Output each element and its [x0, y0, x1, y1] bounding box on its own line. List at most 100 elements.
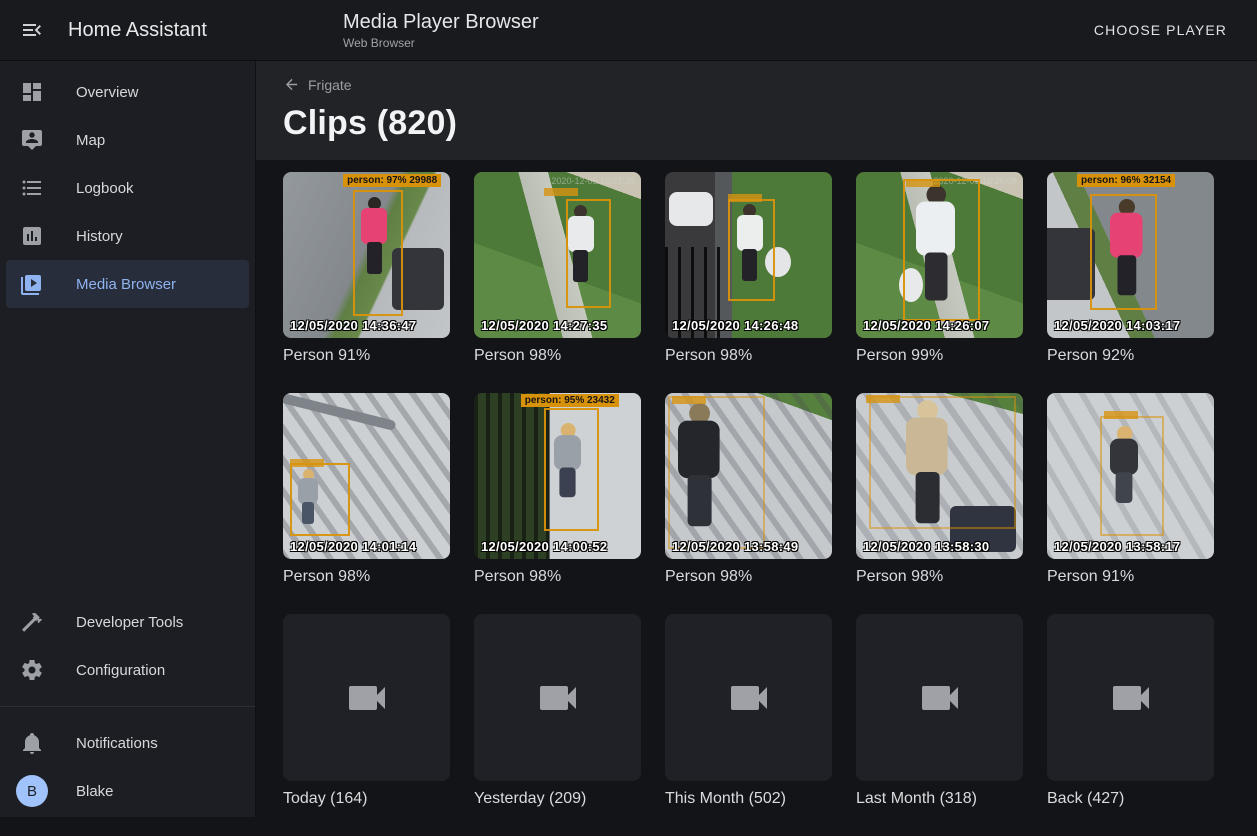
sidebar-item-label: Developer Tools — [76, 614, 183, 631]
sidebar-item-label: Overview — [76, 84, 139, 101]
clip-thumbnail: 12/05/2020 14:01:14 — [283, 393, 450, 559]
profile-name: Blake — [76, 783, 114, 800]
page-title: Media Player Browser — [343, 10, 539, 34]
list-bulleted-icon — [20, 176, 44, 200]
detection-label-small — [1104, 411, 1138, 419]
clip-thumbnail: 12/05/2020 13:58:49 — [665, 393, 832, 559]
choose-player-button[interactable]: CHOOSE PLAYER — [1086, 14, 1235, 46]
clip-card[interactable]: person: 97% 29988 12/05/2020 14:36:47 Pe… — [283, 172, 450, 393]
clip-caption: Person 92% — [1047, 346, 1214, 365]
sidebar-item-label: Notifications — [76, 735, 158, 752]
view-dashboard-icon — [20, 80, 44, 104]
folder-card-back[interactable]: Back (427) — [1047, 614, 1214, 836]
sidebar-item-label: Configuration — [76, 662, 165, 679]
detection-label-small — [544, 188, 578, 196]
clip-caption: Person 98% — [283, 567, 450, 586]
detection-label: person: 96% 32154 — [1077, 174, 1175, 187]
sidebar-item-label: Media Browser — [76, 276, 176, 293]
detection-label-small — [728, 194, 762, 202]
detection-box — [353, 190, 403, 316]
clip-caption: Person 98% — [665, 346, 832, 365]
app-title: Home Assistant — [68, 19, 207, 42]
clip-card[interactable]: 12/05/2020 13:58:49 Person 98% — [665, 393, 832, 614]
sidebar-item-developer-tools[interactable]: Developer Tools — [0, 598, 255, 646]
detection-label: person: 97% 29988 — [343, 174, 441, 187]
sidebar-item-profile[interactable]: B Blake — [0, 767, 255, 815]
clip-thumbnail: 12/05/2020 13:58:30 — [856, 393, 1023, 559]
folder-thumbnail — [856, 614, 1023, 781]
page-heading: Media Player Browser Web Browser — [343, 10, 539, 50]
sidebar-item-logbook[interactable]: Logbook — [0, 164, 255, 212]
folder-thumbnail — [665, 614, 832, 781]
detection-label-small — [672, 396, 706, 404]
clip-card[interactable]: 12/05/2020 14:26:48 Person 98% — [665, 172, 832, 393]
sidebar-item-history[interactable]: History — [0, 212, 255, 260]
breadcrumb-back-frigate[interactable]: Frigate — [283, 76, 352, 93]
folder-label: Back (427) — [1047, 789, 1214, 808]
sidebar-item-notifications[interactable]: Notifications — [0, 719, 255, 767]
sidebar-spacer — [0, 308, 255, 598]
media-browser-content: Frigate Clips (820) person: 97% 29988 12… — [256, 61, 1257, 817]
clip-caption: Person 91% — [283, 346, 450, 365]
clip-thumbnail: 2020-12-05 16:26:08 12/05/2020 14:26:07 — [856, 172, 1023, 338]
sidebar-item-media-browser[interactable]: Media Browser — [6, 260, 249, 308]
sidebar-item-configuration[interactable]: Configuration — [0, 646, 255, 694]
folder-thumbnail — [283, 614, 450, 781]
section-title: Clips (820) — [283, 104, 1230, 143]
car-shape — [669, 192, 713, 226]
detection-box — [869, 396, 1016, 529]
gear-icon — [20, 658, 44, 682]
clip-card[interactable]: person: 96% 32154 12/05/2020 14:03:17 Pe… — [1047, 172, 1214, 393]
sidebar-item-map[interactable]: Map — [0, 116, 255, 164]
clip-card[interactable]: person: 95% 23432 12/05/2020 14:00:52 Pe… — [474, 393, 641, 614]
clip-card[interactable]: 12/05/2020 13:58:30 Person 98% — [856, 393, 1023, 614]
content-header: Frigate Clips (820) — [256, 61, 1257, 160]
clip-caption: Person 98% — [474, 346, 641, 365]
sidebar-toggle-icon[interactable] — [20, 18, 44, 42]
clip-caption: Person 91% — [1047, 567, 1214, 586]
video-camera-icon — [534, 674, 582, 722]
clip-timestamp: 12/05/2020 13:58:30 — [863, 539, 989, 554]
clip-timestamp: 12/05/2020 14:36:47 — [290, 318, 416, 333]
stroller-shape — [1047, 228, 1095, 300]
clip-timestamp: 12/05/2020 14:26:07 — [863, 318, 989, 333]
detection-box — [728, 199, 775, 302]
sidebar-item-overview[interactable]: Overview — [0, 68, 255, 116]
fence-bars-shape — [474, 393, 551, 559]
sidebar-item-label: Map — [76, 132, 105, 149]
folder-label: Today (164) — [283, 789, 450, 808]
detection-box — [544, 408, 599, 531]
video-camera-icon — [343, 674, 391, 722]
page-subtitle: Web Browser — [343, 36, 539, 50]
sidebar-item-label: History — [76, 228, 123, 245]
detection-label-small — [866, 395, 900, 403]
folder-card-today[interactable]: Today (164) — [283, 614, 450, 836]
folder-card-this-month[interactable]: This Month (502) — [665, 614, 832, 836]
clip-card[interactable]: 12/05/2020 13:58:17 Person 91% — [1047, 393, 1214, 614]
detection-label: person: 95% 23432 — [521, 394, 619, 407]
detection-box — [903, 179, 980, 322]
folder-thumbnail — [474, 614, 641, 781]
clip-card[interactable]: 2020-12-05 16:26:08 12/05/2020 14:26:07 … — [856, 172, 1023, 393]
avatar: B — [16, 775, 48, 807]
clip-caption: Person 98% — [665, 567, 832, 586]
sidebar: Overview Map Logbook History Media Brows… — [0, 61, 256, 817]
clip-timestamp: 12/05/2020 14:03:17 — [1054, 318, 1180, 333]
clip-thumbnail: 12/05/2020 14:26:48 — [665, 172, 832, 338]
clip-thumbnail: 12/05/2020 13:58:17 — [1047, 393, 1214, 559]
folder-card-yesterday[interactable]: Yesterday (209) — [474, 614, 641, 836]
bar-chart-icon — [20, 224, 44, 248]
clip-card[interactable]: 2020-12-05 16:27:35 12/05/2020 14:27:35 … — [474, 172, 641, 393]
topbar-left-section: Home Assistant — [0, 18, 256, 42]
map-account-icon — [20, 128, 44, 152]
clip-timestamp: 12/05/2020 14:01:14 — [290, 539, 416, 554]
folder-card-last-month[interactable]: Last Month (318) — [856, 614, 1023, 836]
clip-thumbnail: 2020-12-05 16:27:35 12/05/2020 14:27:35 — [474, 172, 641, 338]
breadcrumb-label: Frigate — [308, 77, 352, 93]
clip-card[interactable]: 12/05/2020 14:01:14 Person 98% — [283, 393, 450, 614]
clip-timestamp: 12/05/2020 14:00:52 — [481, 539, 607, 554]
video-camera-icon — [725, 674, 773, 722]
detection-box — [566, 199, 611, 309]
clip-timestamp: 12/05/2020 14:27:35 — [481, 318, 607, 333]
clip-timestamp: 12/05/2020 13:58:49 — [672, 539, 798, 554]
